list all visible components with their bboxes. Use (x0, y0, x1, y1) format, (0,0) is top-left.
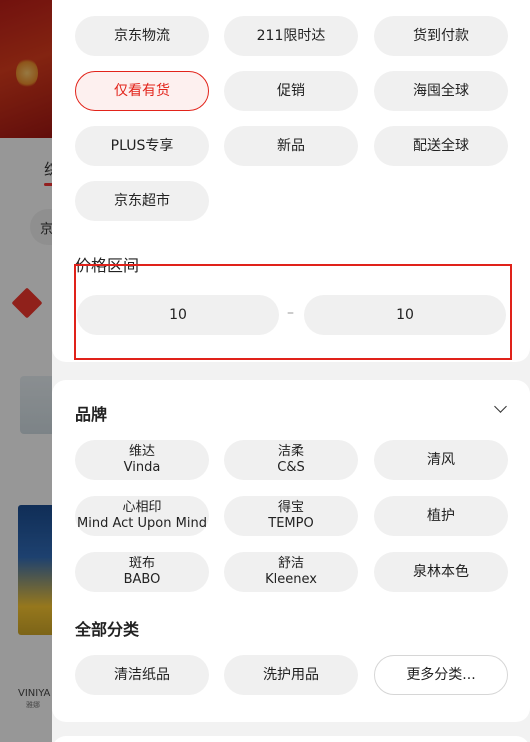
chip-label: 货到付款 (413, 28, 469, 44)
brand-chip-kleenex[interactable]: 舒洁 Kleenex (224, 552, 358, 592)
brand-name-en: Kleenex (265, 572, 317, 587)
brand-title: 品牌 (75, 405, 108, 424)
brand-name-en: TEMPO (268, 516, 314, 531)
price-separator: – (287, 305, 294, 321)
filter-chip-promotion[interactable]: 促销 (224, 71, 358, 111)
brand-chip-zhihu[interactable]: 植护 (374, 496, 508, 536)
chip-label: 配送全球 (413, 138, 469, 154)
brand-name-en: BABO (123, 572, 161, 587)
chip-label: 新品 (277, 138, 305, 154)
min-price-input[interactable] (77, 295, 279, 335)
chip-label: 清洁纸品 (114, 667, 170, 683)
brand-chip-quanlin[interactable]: 泉林本色 (374, 552, 508, 592)
filter-panel: 京东物流 211限时达 货到付款 仅看有货 促销 海囤全球 PLUS专享 新品 … (52, 0, 530, 742)
brand-chip-mind-act-upon-mind[interactable]: 心相印 Mind Act Upon Mind (75, 496, 209, 536)
brand-chip-babo[interactable]: 斑布 BABO (75, 552, 209, 592)
filter-chip-cash-on-delivery[interactable]: 货到付款 (374, 16, 508, 56)
modal-overlay[interactable] (0, 0, 60, 742)
chip-label: 促销 (277, 83, 305, 99)
brand-chip-vinda[interactable]: 维达 Vinda (75, 440, 209, 480)
brand-name-cn: 心相印 (122, 500, 162, 515)
max-price-input[interactable] (304, 295, 506, 335)
brand-name-cn: 植护 (427, 508, 455, 524)
chip-label: 洗护用品 (263, 667, 319, 683)
brand-name-cn: 泉林本色 (413, 564, 469, 580)
service-price-card: 京东物流 211限时达 货到付款 仅看有货 促销 海囤全球 PLUS专享 新品 … (52, 0, 530, 362)
brand-name-cn: 舒洁 (277, 556, 304, 571)
filter-chip-jd-logistics[interactable]: 京东物流 (75, 16, 209, 56)
filter-chip-plus-exclusive[interactable]: PLUS专享 (75, 126, 209, 166)
chip-label: 海囤全球 (413, 83, 469, 99)
brand-name-en: Vinda (123, 460, 161, 475)
more-categories-button[interactable]: 更多分类... (374, 655, 508, 695)
brand-name-cn: 维达 (128, 444, 155, 459)
background-page: 综 京 VINIYA 雅娜 (0, 0, 60, 742)
brand-name-cn: 洁柔 (277, 444, 304, 459)
chip-label: 京东物流 (114, 28, 170, 44)
filter-chip-global[interactable]: 海囤全球 (374, 71, 508, 111)
filter-chip-jd-supermarket[interactable]: 京东超市 (75, 181, 209, 221)
filter-chip-in-stock-only[interactable]: 仅看有货 (75, 71, 209, 111)
filter-chip-worldwide-shipping[interactable]: 配送全球 (374, 126, 508, 166)
next-card (52, 736, 530, 742)
brand-name-cn: 得宝 (277, 500, 304, 515)
filter-chip-new[interactable]: 新品 (224, 126, 358, 166)
category-chip-paper[interactable]: 清洁纸品 (75, 655, 209, 695)
chip-label: 京东超市 (114, 193, 170, 209)
chip-label: PLUS专享 (110, 138, 174, 154)
brand-chip-qingfeng[interactable]: 清风 (374, 440, 508, 480)
brand-name-en: Mind Act Upon Mind (77, 516, 207, 531)
chip-label: 仅看有货 (114, 83, 170, 99)
price-range-title: 价格区间 (75, 256, 140, 275)
category-title: 全部分类 (75, 620, 140, 639)
category-chip-care[interactable]: 洗护用品 (224, 655, 358, 695)
chip-label: 211限时达 (256, 28, 326, 44)
brand-name-cn: 斑布 (128, 556, 155, 571)
brand-name-cn: 清风 (427, 452, 455, 468)
filter-chip-211-express[interactable]: 211限时达 (224, 16, 358, 56)
brand-chip-tempo[interactable]: 得宝 TEMPO (224, 496, 358, 536)
brand-name-en: C&S (277, 460, 305, 475)
chip-label: 更多分类... (406, 667, 476, 683)
brand-chip-cs[interactable]: 洁柔 C&S (224, 440, 358, 480)
